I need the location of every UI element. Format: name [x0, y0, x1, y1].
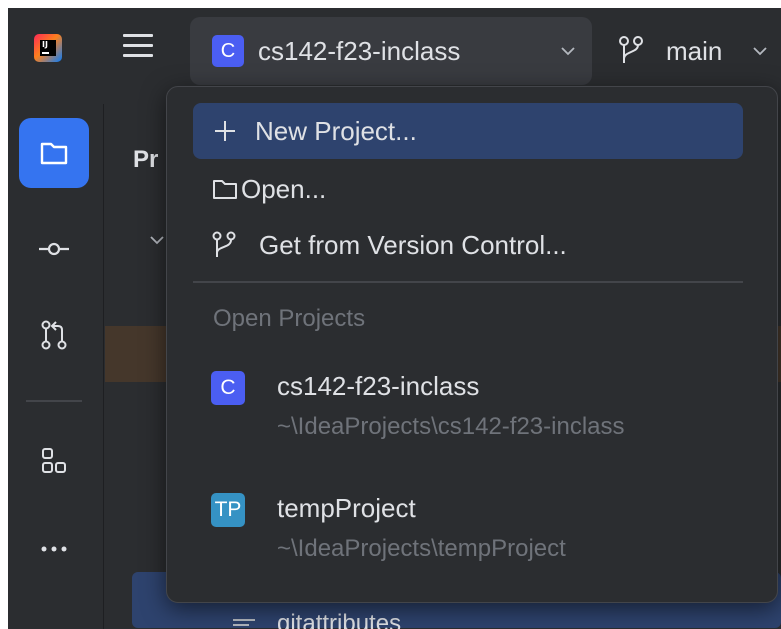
project-badge: TP: [211, 493, 245, 527]
pull-requests-tool-button[interactable]: [19, 300, 89, 370]
tool-window-title: Pr: [133, 146, 159, 173]
folder-icon: [213, 180, 237, 199]
logo-text: IJ: [40, 40, 56, 56]
hamburger-line: [123, 34, 153, 37]
recent-project-item[interactable]: TP tempProject ~\IdeaProjects\tempProjec…: [193, 479, 753, 579]
folder-icon: [40, 142, 68, 165]
commit-tool-button[interactable]: [19, 214, 89, 284]
more-tools-button[interactable]: [19, 514, 89, 584]
ide-window: IJ C cs142-f23-inclass main Pr gitattrib…: [8, 8, 781, 629]
recent-project-name: cs142-f23-inclass: [277, 371, 480, 401]
structure-tool-button[interactable]: [19, 426, 89, 496]
vcs-branch-button[interactable]: main: [608, 28, 781, 74]
project-switcher-popup: New Project... Open... Get from Version …: [166, 86, 778, 603]
project-switcher-button[interactable]: C cs142-f23-inclass: [190, 17, 592, 85]
hamburger-line: [123, 44, 153, 47]
file-tree-item[interactable]: gitattributes: [277, 610, 401, 629]
recent-project-path: ~\IdeaProjects\tempProject: [277, 535, 566, 562]
recent-project-path: ~\IdeaProjects\cs142-f23-inclass: [277, 413, 625, 440]
project-name: cs142-f23-inclass: [258, 36, 461, 66]
pull-request-icon: [41, 320, 67, 350]
section-header: Open Projects: [213, 305, 366, 332]
chevron-down-icon: [561, 47, 575, 56]
menu-item-label: New Project...: [255, 116, 417, 146]
text-file-icon: [233, 619, 255, 629]
structure-icon: [42, 448, 66, 473]
tool-window-strip: [8, 104, 104, 629]
new-project-item[interactable]: New Project...: [193, 103, 743, 159]
main-menu-button[interactable]: [123, 32, 153, 60]
hamburger-line: [123, 54, 153, 57]
screenshot-frame: IJ C cs142-f23-inclass main Pr gitattrib…: [0, 0, 781, 629]
project-badge: C: [211, 371, 245, 405]
popup-divider: [193, 281, 743, 283]
more-icon: [41, 546, 67, 552]
vcs-branch-icon: [212, 231, 236, 257]
vcs-branch-icon: [619, 36, 643, 63]
open-item[interactable]: Open...: [193, 161, 743, 217]
intellij-logo-icon[interactable]: IJ: [34, 34, 62, 62]
commit-icon: [39, 242, 69, 256]
chevron-down-icon: [753, 47, 767, 56]
strip-divider: [26, 400, 82, 402]
recent-project-name: tempProject: [277, 493, 416, 523]
recent-project-item[interactable]: C cs142-f23-inclass ~\IdeaProjects\cs142…: [193, 357, 753, 457]
plus-icon: [215, 121, 235, 141]
menu-item-label: Get from Version Control...: [259, 230, 567, 260]
menu-item-label: Open...: [241, 174, 327, 204]
chevron-down-icon[interactable]: [149, 232, 165, 248]
get-from-vcs-item[interactable]: Get from Version Control...: [193, 217, 743, 273]
project-tool-button[interactable]: [19, 118, 89, 188]
branch-name: main: [666, 36, 723, 66]
project-badge: C: [212, 35, 244, 67]
